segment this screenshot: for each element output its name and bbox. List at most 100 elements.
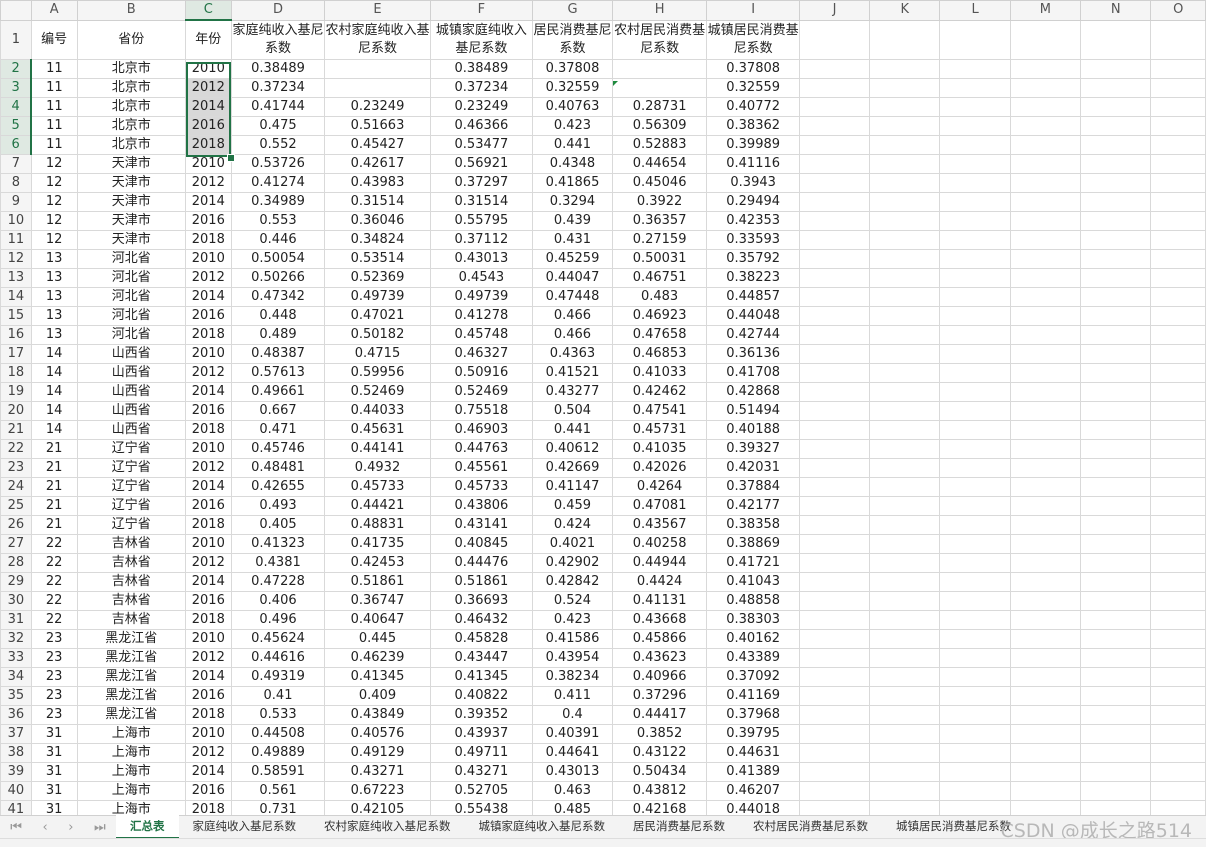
cell-j24[interactable] bbox=[798, 477, 871, 497]
cell-h2[interactable] bbox=[611, 59, 708, 79]
cell-l39[interactable] bbox=[939, 762, 1011, 782]
cell-d22[interactable]: 0.45746 bbox=[230, 439, 326, 459]
cell-h16[interactable]: 0.47658 bbox=[611, 325, 708, 345]
column-header-m[interactable]: M bbox=[1009, 0, 1082, 21]
cell-f13[interactable]: 0.4543 bbox=[429, 268, 534, 288]
cell-m30[interactable] bbox=[1009, 591, 1082, 611]
cell-c36[interactable]: 2018 bbox=[184, 705, 232, 725]
cell-l33[interactable] bbox=[939, 648, 1011, 668]
cell-a35[interactable]: 23 bbox=[30, 686, 78, 706]
cell-k14[interactable] bbox=[869, 287, 941, 307]
cell-o16[interactable] bbox=[1150, 325, 1206, 345]
cell-k1[interactable] bbox=[869, 19, 941, 60]
cell-h35[interactable]: 0.37296 bbox=[611, 686, 708, 706]
cell-b17[interactable]: 山西省 bbox=[76, 344, 186, 364]
cell-o21[interactable] bbox=[1150, 420, 1206, 440]
column-header-j[interactable]: J bbox=[798, 0, 871, 21]
cell-g33[interactable]: 0.43954 bbox=[532, 648, 613, 668]
cell-n24[interactable] bbox=[1080, 477, 1152, 497]
cell-n39[interactable] bbox=[1080, 762, 1152, 782]
cell-d30[interactable]: 0.406 bbox=[230, 591, 326, 611]
cell-a41[interactable]: 31 bbox=[30, 800, 78, 815]
cell-h31[interactable]: 0.43668 bbox=[611, 610, 708, 630]
row-number[interactable]: 25 bbox=[0, 496, 32, 516]
cell-a26[interactable]: 21 bbox=[30, 515, 78, 535]
cell-i31[interactable]: 0.38303 bbox=[706, 610, 800, 630]
cell-l35[interactable] bbox=[939, 686, 1011, 706]
cell-j26[interactable] bbox=[798, 515, 871, 535]
cell-l14[interactable] bbox=[939, 287, 1011, 307]
cell-b40[interactable]: 上海市 bbox=[76, 781, 186, 801]
cell-g22[interactable]: 0.40612 bbox=[532, 439, 613, 459]
cell-i28[interactable]: 0.41721 bbox=[706, 553, 800, 573]
row-number[interactable]: 31 bbox=[0, 610, 32, 630]
cell-l17[interactable] bbox=[939, 344, 1011, 364]
cell-e8[interactable]: 0.43983 bbox=[324, 173, 431, 193]
cell-i27[interactable]: 0.38869 bbox=[706, 534, 800, 554]
cell-b32[interactable]: 黑龙江省 bbox=[76, 629, 186, 649]
cell-i22[interactable]: 0.39327 bbox=[706, 439, 800, 459]
cell-c6[interactable]: 2018 bbox=[184, 135, 232, 155]
cell-j32[interactable] bbox=[798, 629, 871, 649]
cell-o31[interactable] bbox=[1150, 610, 1206, 630]
cell-e20[interactable]: 0.44033 bbox=[324, 401, 431, 421]
cell-e38[interactable]: 0.49129 bbox=[324, 743, 431, 763]
cell-j37[interactable] bbox=[798, 724, 871, 744]
cell-g37[interactable]: 0.40391 bbox=[532, 724, 613, 744]
cell-f6[interactable]: 0.53477 bbox=[429, 135, 534, 155]
cell-g2[interactable]: 0.37808 bbox=[532, 59, 613, 79]
cell-f11[interactable]: 0.37112 bbox=[429, 230, 534, 250]
cell-m33[interactable] bbox=[1009, 648, 1082, 668]
cell-a22[interactable]: 21 bbox=[30, 439, 78, 459]
cell-d37[interactable]: 0.44508 bbox=[230, 724, 326, 744]
cell-k28[interactable] bbox=[869, 553, 941, 573]
cell-i34[interactable]: 0.37092 bbox=[706, 667, 800, 687]
cell-c34[interactable]: 2014 bbox=[184, 667, 232, 687]
cell-b13[interactable]: 河北省 bbox=[76, 268, 186, 288]
cell-k17[interactable] bbox=[869, 344, 941, 364]
cell-a40[interactable]: 31 bbox=[30, 781, 78, 801]
cell-n21[interactable] bbox=[1080, 420, 1152, 440]
cell-a21[interactable]: 14 bbox=[30, 420, 78, 440]
cell-g27[interactable]: 0.4021 bbox=[532, 534, 613, 554]
cell-d40[interactable]: 0.561 bbox=[230, 781, 326, 801]
cell-h19[interactable]: 0.42462 bbox=[611, 382, 708, 402]
cell-h40[interactable]: 0.43812 bbox=[611, 781, 708, 801]
cell-d34[interactable]: 0.49319 bbox=[230, 667, 326, 687]
cell-b26[interactable]: 辽宁省 bbox=[76, 515, 186, 535]
cell-e12[interactable]: 0.53514 bbox=[324, 249, 431, 269]
cell-c7[interactable]: 2010 bbox=[184, 154, 232, 174]
cell-m35[interactable] bbox=[1009, 686, 1082, 706]
cell-k5[interactable] bbox=[869, 116, 941, 136]
row-number[interactable]: 3 bbox=[0, 78, 33, 98]
cell-m40[interactable] bbox=[1009, 781, 1082, 801]
cell-e39[interactable]: 0.43271 bbox=[324, 762, 431, 782]
cell-o2[interactable] bbox=[1150, 59, 1206, 79]
cell-o20[interactable] bbox=[1150, 401, 1206, 421]
cell-o39[interactable] bbox=[1150, 762, 1206, 782]
cell-i37[interactable]: 0.39795 bbox=[706, 724, 800, 744]
cell-f27[interactable]: 0.40845 bbox=[429, 534, 534, 554]
cell-m28[interactable] bbox=[1009, 553, 1082, 573]
cell-b8[interactable]: 天津市 bbox=[76, 173, 186, 193]
cell-d36[interactable]: 0.533 bbox=[230, 705, 326, 725]
cell-c40[interactable]: 2016 bbox=[184, 781, 232, 801]
cell-f29[interactable]: 0.51861 bbox=[429, 572, 534, 592]
cell-e41[interactable]: 0.42105 bbox=[324, 800, 431, 815]
cell-c1[interactable]: 年份 bbox=[184, 19, 232, 60]
cell-c10[interactable]: 2016 bbox=[184, 211, 232, 231]
cell-j30[interactable] bbox=[798, 591, 871, 611]
cell-i4[interactable]: 0.40772 bbox=[706, 97, 800, 117]
cell-e36[interactable]: 0.43849 bbox=[324, 705, 431, 725]
cell-c26[interactable]: 2018 bbox=[184, 515, 232, 535]
cell-d17[interactable]: 0.48387 bbox=[230, 344, 326, 364]
cell-g11[interactable]: 0.431 bbox=[532, 230, 613, 250]
column-header-d[interactable]: D bbox=[230, 0, 326, 21]
cell-h20[interactable]: 0.47541 bbox=[611, 401, 708, 421]
cell-n17[interactable] bbox=[1080, 344, 1152, 364]
cell-l32[interactable] bbox=[939, 629, 1011, 649]
cell-d35[interactable]: 0.41 bbox=[230, 686, 326, 706]
cell-e32[interactable]: 0.445 bbox=[324, 629, 431, 649]
cell-g30[interactable]: 0.524 bbox=[532, 591, 613, 611]
cell-o33[interactable] bbox=[1150, 648, 1206, 668]
